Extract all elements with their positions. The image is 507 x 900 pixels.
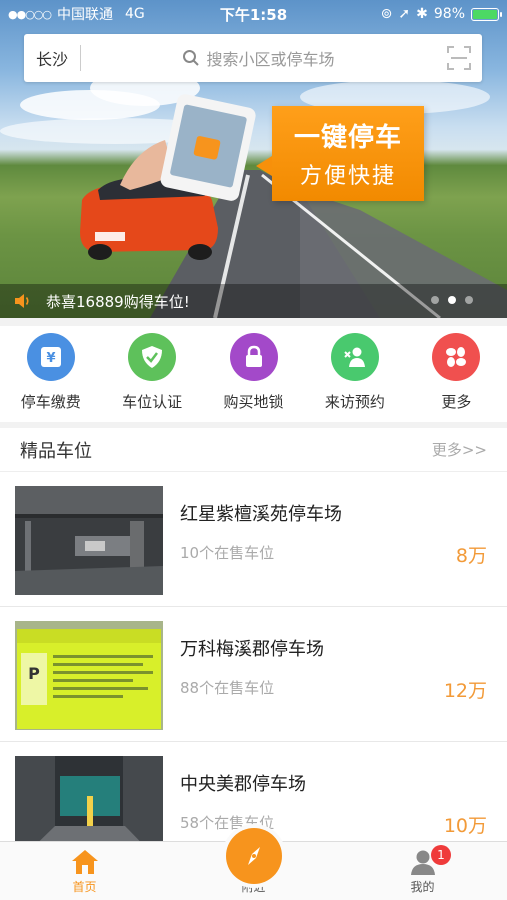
promo-subtitle: 方便快捷 [299, 164, 396, 189]
signal-icon: ●●○○○ [8, 7, 52, 21]
scan-button[interactable] [436, 45, 482, 71]
lot-available-count: 88个在售车位 [180, 679, 275, 697]
lot-thumbnail [15, 486, 163, 595]
lot-price: 10万 [443, 815, 487, 837]
lock-icon [229, 333, 278, 381]
svg-text:¥: ¥ [46, 351, 55, 366]
lot-name: 万科梅溪郡停车场 [180, 639, 324, 660]
tab-mine[interactable]: 我的 [338, 842, 507, 900]
tab-home[interactable]: 首页 [0, 842, 169, 900]
visitor-icon [330, 333, 379, 381]
compass-icon [248, 847, 260, 865]
status-bar: ●●○○○ 中国联通 4G 下午1:58 ⊚ ➚ ✱ 98% [0, 0, 507, 28]
lot-list-item[interactable]: 中央美郡停车场 58个在售车位 10万 [0, 742, 507, 841]
action-shield-check[interactable]: 车位认证 [101, 326, 202, 422]
tab-mine-label: 我的 [410, 880, 435, 894]
carrier: 中国联通 [57, 7, 113, 23]
featured-lots-section: 精品车位 更多>> 红星紫檀溪苑停车场 10个在售车位 8万 P 万科梅溪郡停车场 88个… [0, 428, 507, 841]
bluetooth-icon: ✱ [416, 6, 428, 22]
battery-percent: 98% [433, 6, 465, 22]
nearby-fab[interactable] [226, 828, 282, 884]
yen-card-icon: ¥ [26, 333, 75, 381]
pager-dot[interactable] [465, 296, 473, 304]
action-visitor[interactable]: 来访预约 [304, 326, 405, 422]
pager-dot[interactable] [448, 296, 456, 304]
banner-carousel[interactable]: ●●○○○ 中国联通 4G 下午1:58 ⊚ ➚ ✱ 98% 长沙 搜索小区或停… [0, 0, 507, 318]
section-title: 精品车位 [20, 440, 92, 462]
search-input[interactable]: 搜索小区或停车场 [81, 46, 436, 70]
lock-rotation-icon: ⊚ [380, 6, 393, 22]
svg-text:P: P [28, 664, 40, 683]
notification-badge: 1 [431, 845, 451, 865]
clock: 下午1:58 [219, 5, 288, 24]
carousel-pager[interactable] [431, 296, 473, 304]
speaker-icon [15, 294, 29, 308]
quick-actions: ¥ 停车缴费 车位认证 购买地锁 来访预约 更多 [0, 326, 507, 422]
tab-home-label: 首页 [72, 880, 97, 894]
shield-check-icon [128, 333, 177, 381]
search-icon [183, 50, 200, 66]
action-label: 车位认证 [122, 393, 183, 411]
battery-icon [471, 7, 502, 21]
action-label: 购买地锁 [223, 393, 284, 411]
lot-name: 中央美郡停车场 [180, 774, 306, 795]
lot-price: 12万 [443, 680, 487, 702]
city-selector[interactable]: 长沙 [24, 46, 80, 70]
promo-title: 一键停车 [293, 123, 402, 153]
scan-qr-icon [447, 46, 471, 70]
network-type: 4G [125, 6, 145, 22]
lot-list-item[interactable]: 红星紫檀溪苑停车场 10个在售车位 8万 [0, 472, 507, 607]
home-icon [71, 850, 98, 874]
action-lock[interactable]: 购买地锁 [203, 326, 304, 422]
lot-thumbnail: P [15, 621, 163, 730]
notice-text: 恭喜16889购得车位! [46, 292, 190, 311]
pager-dot[interactable] [431, 296, 439, 304]
phone-illustration [120, 94, 256, 201]
action-yen-card[interactable]: ¥ 停车缴费 [0, 326, 101, 422]
lot-thumbnail [15, 756, 163, 841]
action-label: 来访预约 [324, 393, 385, 411]
search-placeholder: 搜索小区或停车场 [206, 50, 335, 69]
search-bar: 长沙 搜索小区或停车场 [24, 34, 482, 82]
promo-box: 一键停车 方便快捷 [256, 106, 424, 201]
location-arrow-icon: ➚ [398, 6, 411, 22]
lot-price: 8万 [455, 545, 487, 567]
lot-name: 红星紫檀溪苑停车场 [180, 504, 342, 525]
lot-list-item[interactable]: P 万科梅溪郡停车场 88个在售车位 12万 [0, 607, 507, 742]
section-header: 精品车位 更多>> [0, 428, 507, 472]
lot-available-count: 10个在售车位 [180, 544, 275, 562]
action-label: 停车缴费 [20, 393, 81, 411]
action-label: 更多 [441, 393, 472, 411]
action-more-grid[interactable]: 更多 [406, 326, 507, 422]
more-link[interactable]: 更多>> [432, 439, 487, 460]
more-grid-icon [432, 333, 481, 381]
